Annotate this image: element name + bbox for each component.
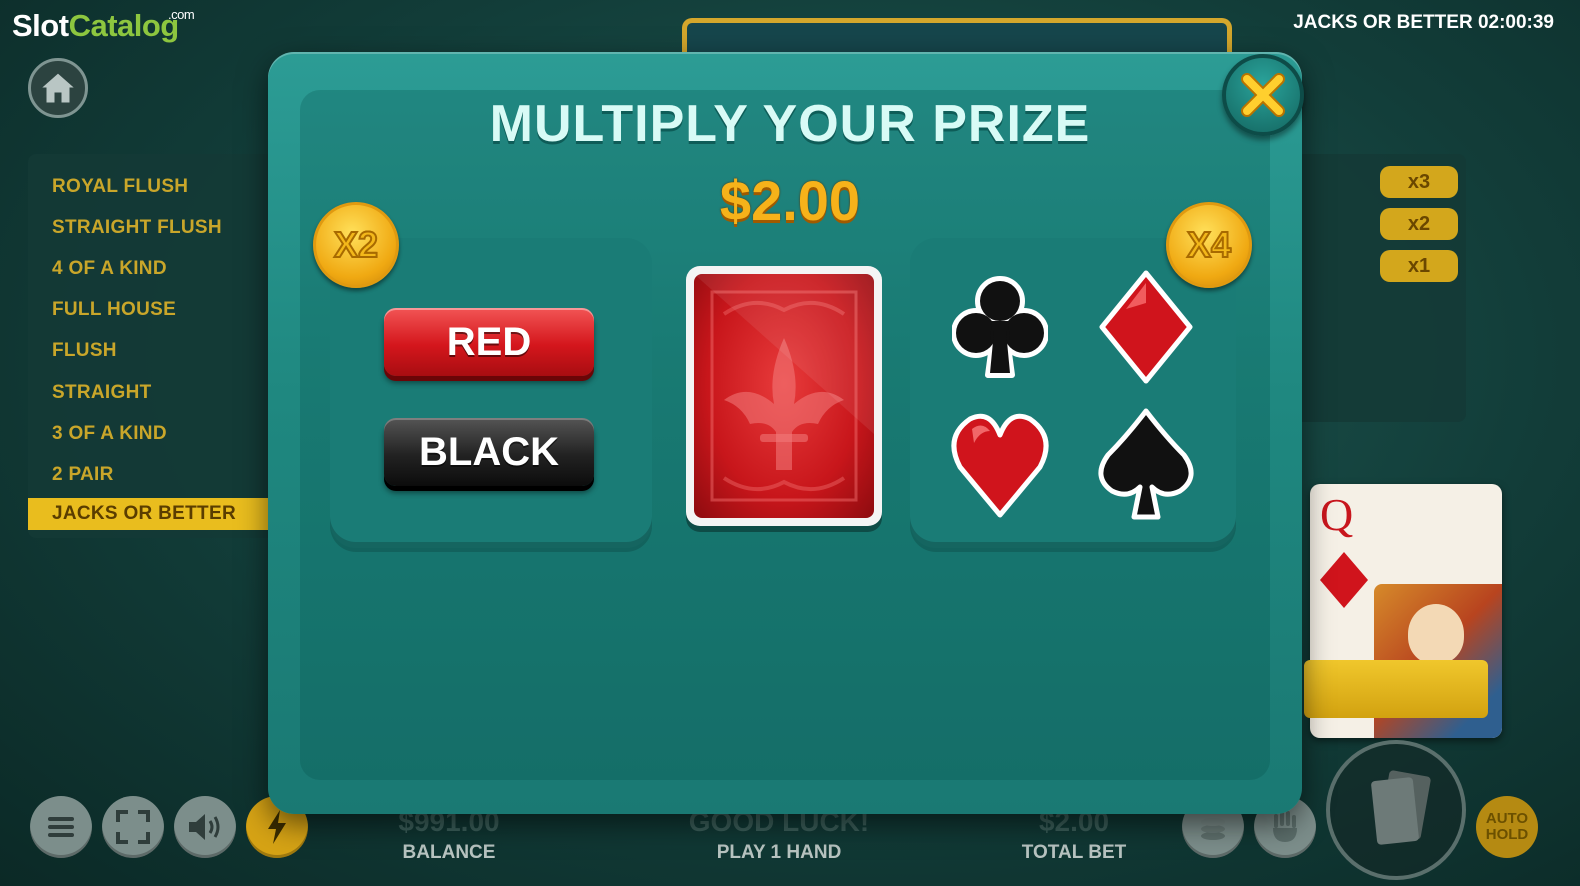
diamond-suit-icon <box>1320 552 1368 608</box>
logo-text-catalog: Catalog <box>68 8 180 43</box>
spades-button[interactable] <box>1096 406 1196 524</box>
slotcatalog-logo: SlotCatalog .com <box>12 8 195 43</box>
total-bet-label: TOTAL BET <box>1021 842 1127 863</box>
menu-button[interactable] <box>30 796 92 858</box>
fullscreen-icon <box>116 810 150 844</box>
fullscreen-button[interactable] <box>102 796 164 858</box>
black-button[interactable]: BLACK <box>384 418 594 486</box>
logo-text-slot: Slot <box>12 8 69 43</box>
balance-label: BALANCE <box>402 842 496 863</box>
queen-face <box>1408 604 1464 664</box>
card-rank: Q <box>1320 489 1354 540</box>
paytable-row-four-of-a-kind: 4 OF A KIND <box>52 257 167 279</box>
paytable-row-two-pair: 2 PAIR <box>52 463 114 485</box>
color-multiplier-badge: X2 <box>313 202 399 288</box>
logo-text-com: .com <box>168 7 195 22</box>
clubs-button[interactable] <box>950 268 1050 386</box>
close-x-icon <box>1241 73 1285 117</box>
held-indicator-bar <box>1304 660 1488 718</box>
paytable-row-three-of-a-kind: 3 OF A KIND <box>52 422 167 444</box>
lightning-icon <box>268 810 286 844</box>
multiplier-chip: x1 <box>1380 250 1458 282</box>
card-back <box>694 274 874 518</box>
coin-stack-icon <box>1201 818 1225 840</box>
deal-button[interactable] <box>1326 740 1466 880</box>
paytable-row-full-house: FULL HOUSE <box>52 299 177 321</box>
hamburger-menu-icon <box>48 817 74 837</box>
paytable-row-flush: FLUSH <box>52 340 117 362</box>
fleur-de-lis-icon <box>694 274 874 502</box>
club-suit-icon <box>952 276 1048 378</box>
cards-icon <box>1371 770 1431 845</box>
spade-suit-icon <box>1098 408 1194 520</box>
prize-amount: $2.00 <box>719 169 861 232</box>
suit-multiplier-text: X4 <box>1186 223 1232 266</box>
close-button[interactable] <box>1222 54 1304 136</box>
paytable-row-straight: STRAIGHT <box>52 381 152 403</box>
hand-icon <box>1273 810 1297 842</box>
mystery-card <box>686 266 882 526</box>
diamonds-button[interactable] <box>1096 268 1196 386</box>
game-clock: JACKS OR BETTER 02:00:39 <box>1293 12 1554 33</box>
paytable-row-jacks-or-better: JACKS OR BETTER <box>28 497 268 530</box>
color-guess-panel <box>330 238 652 548</box>
dialog-title: MULTIPLY YOUR PRIZE <box>489 95 1091 153</box>
heart-suit-icon <box>951 413 1049 518</box>
diamond-suit-icon <box>1099 270 1193 384</box>
color-multiplier-text: X2 <box>333 223 379 266</box>
sound-button[interactable] <box>174 796 236 858</box>
play-hands-label: PLAY 1 HAND <box>716 842 842 863</box>
speaker-icon <box>189 814 220 840</box>
auto-hold-button[interactable]: AUTO HOLD <box>1476 796 1538 858</box>
hearts-button[interactable] <box>950 406 1050 524</box>
red-button[interactable]: RED <box>384 308 594 376</box>
